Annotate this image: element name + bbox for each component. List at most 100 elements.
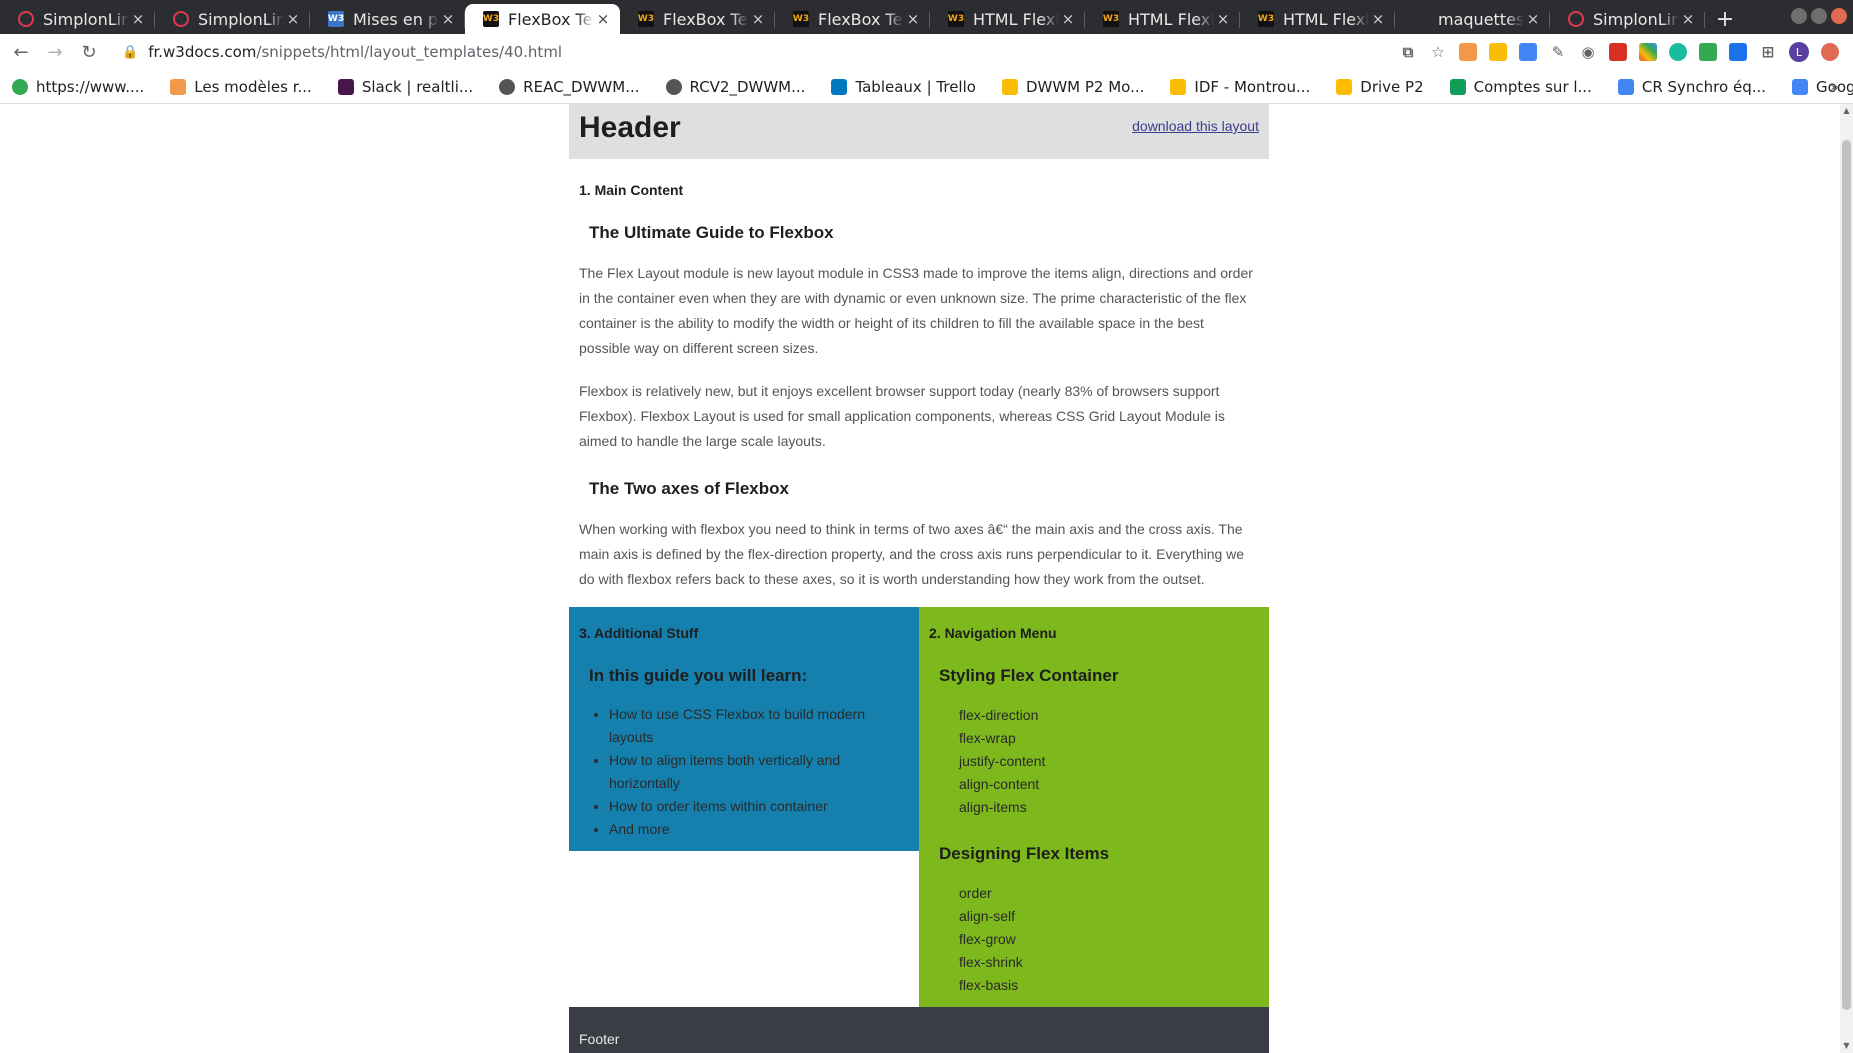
new-tab-button[interactable]: + [1705,4,1745,34]
extension-icon[interactable] [1489,43,1507,61]
camera-icon[interactable]: ◉ [1579,43,1597,61]
bookmark-label: Slack | realtli... [361,77,474,96]
w3docs-icon: W3 [793,11,809,27]
tab-close-icon[interactable]: × [129,10,147,28]
page-footer: Footer [569,1007,1269,1053]
browser-tab[interactable]: W3 HTML FlexBo× [930,4,1085,34]
browser-tab[interactable]: SimplonLine× [155,4,310,34]
extension-icon[interactable] [1669,43,1687,61]
nav-menu-item: flex-shrink [959,954,1023,970]
vertical-scrollbar[interactable]: ▲ ▼ [1840,104,1853,1053]
download-layout-link[interactable]: download this layout [1132,118,1259,134]
tab-title: SimplonLine [1593,9,1679,29]
simplon-icon [1568,11,1584,27]
browser-tab[interactable]: W3 Mises en pag× [310,4,465,34]
bookmark-label: Tableaux | Trello [855,77,976,96]
shield-icon[interactable] [1699,43,1717,61]
drive-icon [1413,11,1429,27]
browser-tab[interactable]: W3 FlexBox Tem× [775,4,930,34]
tab-close-icon[interactable]: × [904,10,922,28]
tab-close-icon[interactable]: × [749,10,767,28]
nav-menu-item: flex-basis [959,977,1019,993]
bookmark-item[interactable]: https://www.... [12,78,144,96]
browser-toolbar: ← → ↻ 🔒 fr.w3docs.com/snippets/html/layo… [0,34,1853,70]
bookmark-item[interactable]: RCV2_DWWM... [665,78,805,96]
main-heading-2: The Two axes of Flexbox [589,479,789,498]
reload-icon: ↻ [81,41,97,63]
bookmark-label: CR Synchro éq... [1641,77,1767,96]
bookmark-item[interactable]: Google Agend... [1792,78,1853,96]
tab-strip: SimplonLine×SimplonLine×W3Mises en pag×W… [0,0,1853,34]
puzzle-icon[interactable]: ⊞ [1759,43,1777,61]
bookmark-item[interactable]: Slack | realtli... [337,77,474,96]
simplon-icon [173,11,189,27]
back-button[interactable]: ← [4,37,38,67]
scroll-thumb[interactable] [1842,140,1851,1010]
bookmark-item[interactable]: REAC_DWWM... [499,77,640,96]
extension-icon[interactable] [1729,43,1747,61]
tab-title: HTML FlexBo [973,9,1059,29]
extension-icon[interactable] [1821,43,1839,61]
profile-avatar[interactable]: L [1789,42,1809,62]
extension-icon[interactable] [1519,43,1537,61]
w3docs-icon: W3 [1103,11,1119,27]
bookmark-star-icon[interactable]: ☆ [1429,43,1447,61]
bookmark-item[interactable]: DWWM P2 Mo... [1001,77,1145,96]
address-bar[interactable]: 🔒 fr.w3docs.com/snippets/html/layout_tem… [122,37,1302,67]
window-close-button[interactable] [1831,8,1847,24]
browser-tab[interactable]: W3 HTML FlexBo× [1085,4,1240,34]
tab-close-icon[interactable]: × [284,10,302,28]
template-icon [170,78,187,95]
browser-tab[interactable]: W3 FlexBox Tem× [465,4,620,34]
main-content-label: 1. Main Content [579,182,684,198]
translate-icon[interactable]: ⧉ [1399,43,1417,61]
minimize-button[interactable] [1791,8,1807,24]
bookmarks-overflow-button[interactable]: » [1830,78,1839,96]
scroll-down-arrow-icon[interactable]: ▼ [1842,1041,1851,1051]
browser-tab[interactable]: W3 HTML FlexBo× [1240,4,1395,34]
tab-close-icon[interactable]: × [1524,10,1542,28]
extension-icon[interactable] [1609,43,1627,61]
bookmark-item[interactable]: Drive P2 [1336,78,1424,96]
bookmark-item[interactable]: Comptes sur l... [1449,77,1592,96]
tab-close-icon[interactable]: × [594,10,612,28]
browser-tab[interactable]: SimplonLine× [0,4,155,34]
tab-title: FlexBox Tem [508,9,594,29]
bookmark-item[interactable]: CR Synchro éq... [1617,77,1767,96]
forward-button[interactable]: → [38,37,72,67]
bookmark-label: IDF - Montrou... [1194,77,1311,96]
extension-icon[interactable] [1639,43,1657,61]
tab-close-icon[interactable]: × [1214,10,1232,28]
tab-title: FlexBox Tem [663,9,749,29]
tab-close-icon[interactable]: × [1369,10,1387,28]
bookmark-label: DWWM P2 Mo... [1025,77,1145,96]
nav-menu-item: flex-grow [959,931,1016,947]
columns: 3. Additional Stuff In this guide you wi… [569,607,1269,1007]
browser-tab[interactable]: maquettes (2× [1395,4,1550,34]
circle-icon [12,78,28,95]
tab-close-icon[interactable]: × [439,10,457,28]
w3docs-icon: W3 [483,11,499,27]
page-viewport: Header download this layout 1. Main Cont… [0,104,1853,1053]
main-content: 1. Main Content The Ultimate Guide to Fl… [569,182,1269,592]
eyedropper-icon[interactable]: ✎ [1549,43,1567,61]
nav-menu-item: order [959,885,992,901]
tab-close-icon[interactable]: × [1059,10,1077,28]
maximize-button[interactable] [1811,8,1827,24]
w3docs-icon: W3 [638,11,654,27]
scroll-up-arrow-icon[interactable]: ▲ [1842,106,1851,116]
simplon-icon [18,11,34,27]
tab-close-icon[interactable]: × [1679,10,1697,28]
extension-icon[interactable] [1459,43,1477,61]
additional-stuff-panel: 3. Additional Stuff In this guide you wi… [569,607,919,851]
bookmark-item[interactable]: Les modèles r... [170,78,312,96]
bookmark-item[interactable]: IDF - Montrou... [1170,78,1310,96]
bookmark-label: Comptes sur l... [1473,77,1592,96]
bookmark-label: REAC_DWWM... [523,77,640,96]
bookmark-item[interactable]: Tableaux | Trello [831,78,976,96]
tab-separator [1704,12,1705,28]
reload-button[interactable]: ↻ [72,37,106,67]
browser-tab[interactable]: W3 FlexBox Tem× [620,4,775,34]
nav-menu-item: align-items [959,799,1027,815]
browser-tab[interactable]: SimplonLine× [1550,4,1705,34]
